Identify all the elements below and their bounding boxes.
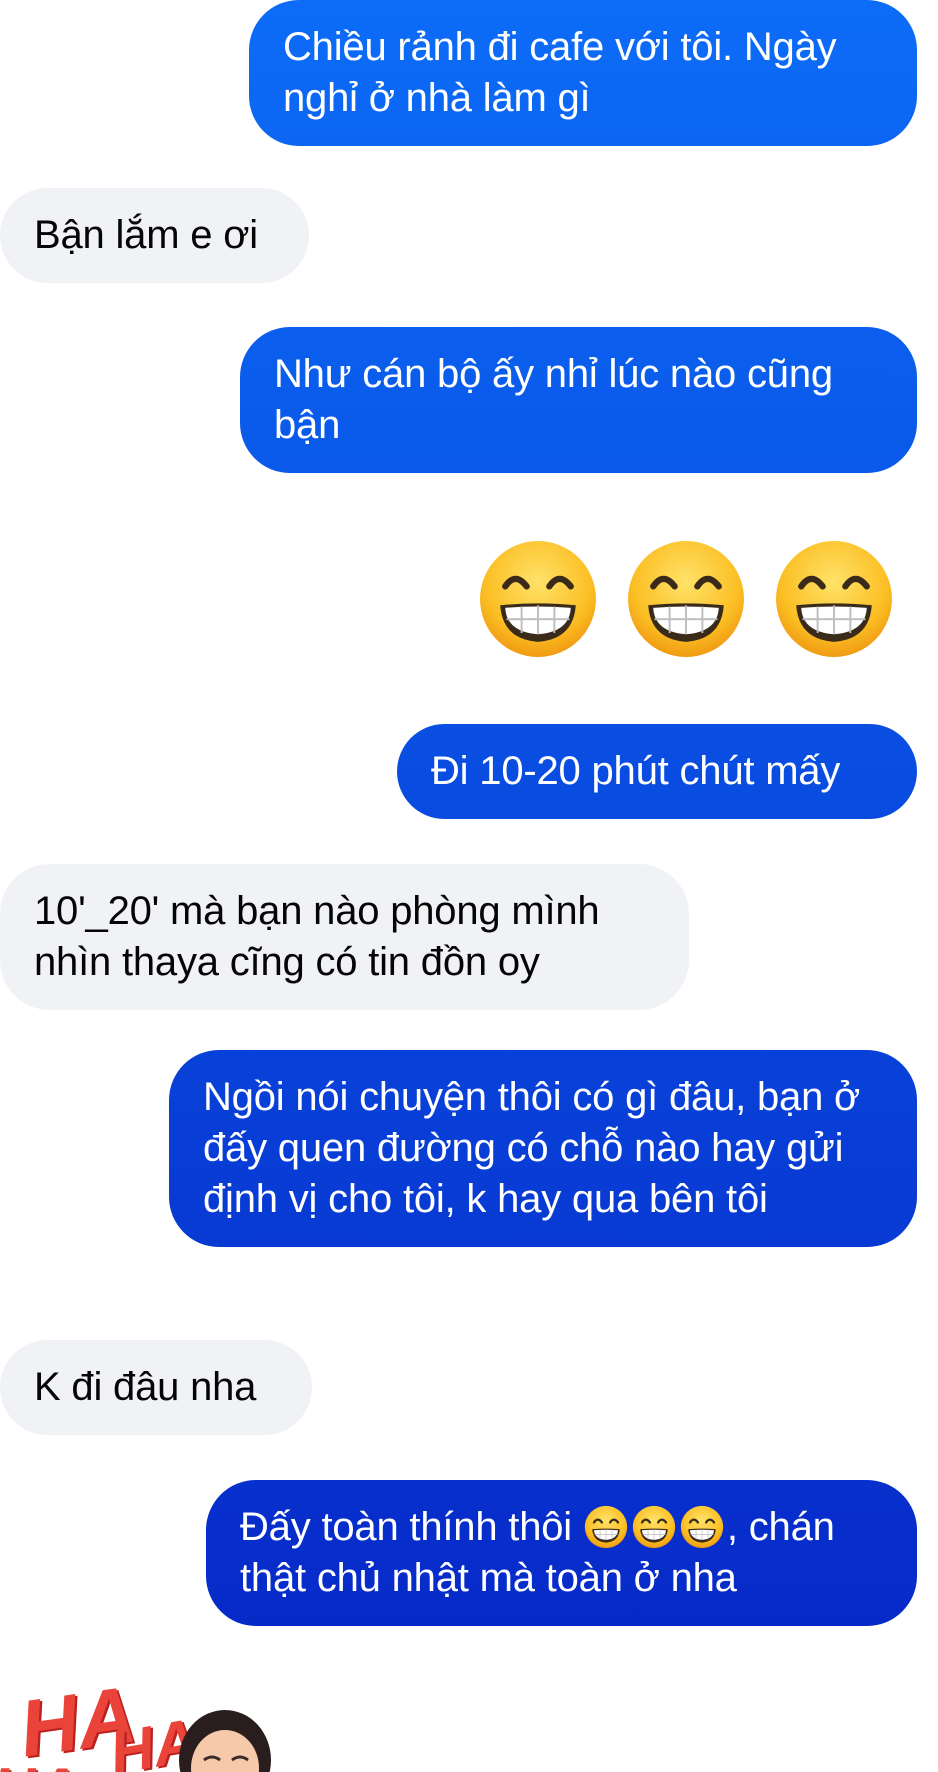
sent-emoji-message[interactable] xyxy=(475,536,935,666)
sent-message-bubble[interactable]: Đi 10-20 phút chút mấy xyxy=(397,724,917,819)
grinning-face-icon xyxy=(480,541,596,657)
laughing-face-icon xyxy=(179,1710,271,1772)
grinning-face-icon xyxy=(584,1505,628,1549)
grinning-face-icon xyxy=(776,541,892,657)
received-message-bubble[interactable]: K đi đâu nha xyxy=(0,1340,312,1435)
sent-message-bubble[interactable]: Như cán bộ ấy nhỉ lúc nào cũng bận xyxy=(240,327,917,473)
laughing-sticker[interactable]: HA HA HA xyxy=(0,1660,300,1772)
sent-message-bubble[interactable]: Đấy toàn thính thôi , chán thật chủ nhật… xyxy=(206,1480,917,1626)
grinning-face-icon xyxy=(628,541,744,657)
sent-message-bubble[interactable]: Chiều rảnh đi cafe với tôi. Ngày nghỉ ở … xyxy=(249,0,917,146)
message-text: Đấy toàn thính thôi xyxy=(240,1505,583,1549)
sent-message-bubble[interactable]: Ngồi nói chuyện thôi có gì đâu, bạn ở đấ… xyxy=(169,1050,917,1247)
grinning-face-icon xyxy=(632,1505,676,1549)
sticker-text-ha: HA xyxy=(0,1755,79,1772)
received-message-bubble[interactable]: Bận lắm e ơi xyxy=(0,188,309,283)
received-message-bubble[interactable]: 10'_20' mà bạn nào phòng mình nhìn thaya… xyxy=(0,864,689,1010)
grinning-face-icon xyxy=(680,1505,724,1549)
